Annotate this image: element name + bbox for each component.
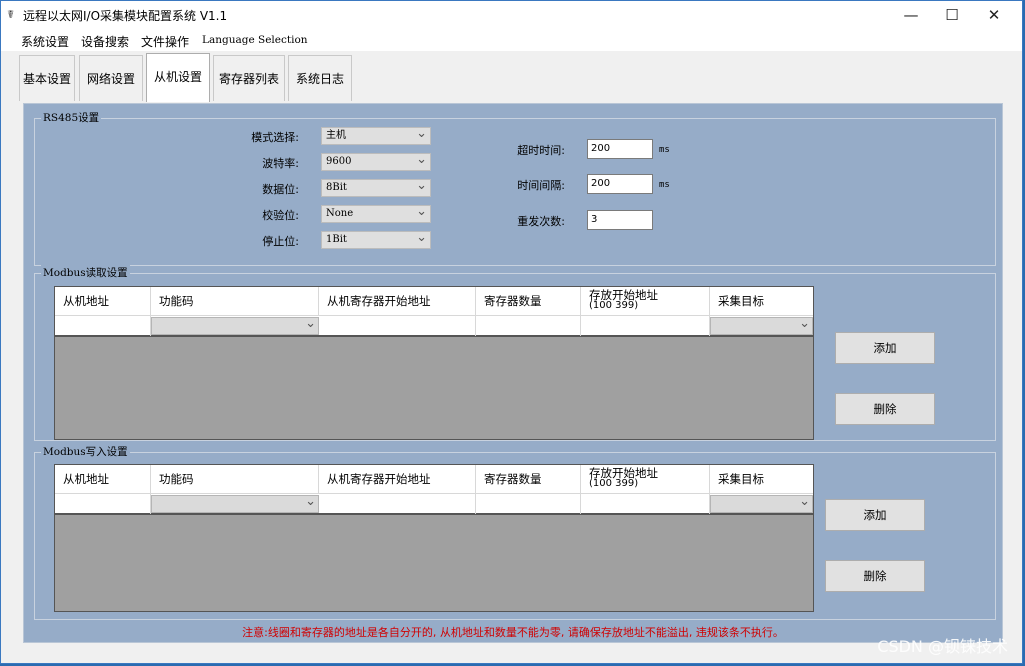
chevron-down-icon: ⌄ <box>305 316 316 331</box>
col-function-code: 功能码 <box>151 287 319 315</box>
csdn-watermark: CSDN @钡铼技术 <box>877 637 1008 656</box>
mode-value: 主机 <box>326 130 346 141</box>
baud-label: 波特率: <box>262 157 299 170</box>
col-function-code: 功能码 <box>151 465 319 493</box>
retry-label: 重发次数: <box>517 215 565 228</box>
interval-label: 时间间隔: <box>517 179 565 192</box>
table-row: ⌄ ⌄ <box>55 493 813 515</box>
write-grid[interactable]: 从机地址 功能码 从机寄存器开始地址 寄存器数量 存放开始地址 (100 399)… <box>54 464 814 612</box>
minimize-button[interactable]: — <box>888 1 934 29</box>
read-add-button[interactable]: 添加 <box>835 332 935 364</box>
stopbits-value: 1Bit <box>326 234 347 245</box>
parity-select[interactable]: None ⌄ <box>321 204 431 223</box>
title-bar: ☤ 远程以太网I/O采集模块配置系统 V1.1 — ☐ ✕ <box>1 1 1022 29</box>
timeout-label: 超时时间: <box>517 144 565 157</box>
timeout-input[interactable]: 200 <box>587 139 653 159</box>
write-group-title: Modbus写入设置 <box>41 444 130 459</box>
databits-select[interactable]: 8Bit ⌄ <box>321 178 431 197</box>
timeout-unit: ms <box>659 145 670 155</box>
read-grid-header: 从机地址 功能码 从机寄存器开始地址 寄存器数量 存放开始地址 (100 399)… <box>55 287 813 315</box>
chevron-down-icon: ⌄ <box>416 178 427 193</box>
col-target: 采集目标 <box>718 472 764 486</box>
tab-slave-settings[interactable]: 从机设置 <box>146 53 210 102</box>
chevron-down-icon: ⌄ <box>416 204 427 219</box>
cell-slave-address[interactable] <box>55 494 151 514</box>
baud-select[interactable]: 9600 ⌄ <box>321 152 431 171</box>
baud-value: 9600 <box>326 156 352 167</box>
write-delete-button[interactable]: 删除 <box>825 560 925 592</box>
cell-function-code-select[interactable]: ⌄ <box>151 316 319 335</box>
chevron-down-icon: ⌄ <box>799 316 810 331</box>
col-storage-start: 存放开始地址 (100 399) <box>581 287 710 315</box>
chevron-down-icon: ⌄ <box>416 152 427 167</box>
menu-system-settings[interactable]: 系统设置 <box>21 33 69 50</box>
read-group-title: Modbus读取设置 <box>41 265 130 280</box>
table-row: ⌄ ⌄ <box>55 315 813 337</box>
tab-register-list[interactable]: 寄存器列表 <box>213 55 285 101</box>
cell-register-start[interactable] <box>319 494 476 514</box>
rs485-group-title: RS485设置 <box>41 110 102 125</box>
chevron-down-icon: ⌄ <box>416 126 427 141</box>
cell-target-select[interactable]: ⌄ <box>710 316 813 335</box>
cell-register-start[interactable] <box>319 316 476 336</box>
col-storage-start: 存放开始地址 (100 399) <box>581 465 710 493</box>
col-slave-address: 从机地址 <box>55 287 151 315</box>
menu-language[interactable]: Language Selection <box>202 34 308 46</box>
cell-function-code-select[interactable]: ⌄ <box>151 494 319 513</box>
modbus-read-group: Modbus读取设置 从机地址 功能码 从机寄存器开始地址 寄存器数量 存放开始… <box>34 265 996 441</box>
chevron-down-icon: ⌄ <box>799 494 810 509</box>
col-slave-address: 从机地址 <box>55 465 151 493</box>
cell-storage-start[interactable] <box>581 316 710 336</box>
menu-device-search[interactable]: 设备搜索 <box>81 33 129 50</box>
cell-storage-start[interactable] <box>581 494 710 514</box>
tab-network[interactable]: 网络设置 <box>79 55 143 101</box>
read-grid[interactable]: 从机地址 功能码 从机寄存器开始地址 寄存器数量 存放开始地址 (100 399)… <box>54 286 814 440</box>
chevron-down-icon: ⌄ <box>416 230 427 245</box>
read-delete-button[interactable]: 删除 <box>835 393 935 425</box>
menu-bar: 系统设置 设备搜索 文件操作 Language Selection <box>1 29 1022 51</box>
col-storage-range: (100 399) <box>589 300 639 311</box>
tab-basic[interactable]: 基本设置 <box>19 55 75 101</box>
cell-slave-address[interactable] <box>55 316 151 336</box>
maximize-button[interactable]: ☐ <box>929 1 975 29</box>
slave-settings-panel: RS485设置 模式选择: 主机 ⌄ 波特率: 9600 ⌄ 数据位: 8Bit ⌄ … <box>23 103 1003 643</box>
write-add-button[interactable]: 添加 <box>825 499 925 531</box>
retry-input[interactable]: 3 <box>587 210 653 230</box>
chevron-down-icon: ⌄ <box>305 494 316 509</box>
parity-label: 校验位: <box>262 209 299 222</box>
cell-target-select[interactable]: ⌄ <box>710 494 813 513</box>
interval-input[interactable]: 200 <box>587 174 653 194</box>
notice-text: 注意:线圈和寄存器的地址是各自分开的, 从机地址和数量不能为零, 请确保存放地址… <box>242 626 784 639</box>
app-window: ☤ 远程以太网I/O采集模块配置系统 V1.1 — ☐ ✕ 系统设置 设备搜索 … <box>0 0 1023 664</box>
stopbits-label: 停止位: <box>262 235 299 248</box>
col-register-start: 从机寄存器开始地址 <box>319 287 476 315</box>
rs485-group: RS485设置 模式选择: 主机 ⌄ 波特率: 9600 ⌄ 数据位: 8Bit ⌄ … <box>34 110 996 266</box>
menu-file-ops[interactable]: 文件操作 <box>141 33 189 50</box>
cell-register-count[interactable] <box>476 494 581 514</box>
col-register-start: 从机寄存器开始地址 <box>319 465 476 493</box>
databits-label: 数据位: <box>262 183 299 196</box>
col-register-count: 寄存器数量 <box>476 287 581 315</box>
mode-select[interactable]: 主机 ⌄ <box>321 126 431 145</box>
cell-register-count[interactable] <box>476 316 581 336</box>
parity-value: None <box>326 208 354 219</box>
tab-system-log[interactable]: 系统日志 <box>288 55 352 101</box>
interval-unit: ms <box>659 180 670 190</box>
modbus-write-group: Modbus写入设置 从机地址 功能码 从机寄存器开始地址 寄存器数量 存放开始… <box>34 444 996 620</box>
col-register-count: 寄存器数量 <box>476 465 581 493</box>
mode-label: 模式选择: <box>251 131 299 144</box>
write-grid-header: 从机地址 功能码 从机寄存器开始地址 寄存器数量 存放开始地址 (100 399)… <box>55 465 813 493</box>
app-icon: ☤ <box>7 8 15 21</box>
databits-value: 8Bit <box>326 182 347 193</box>
stopbits-select[interactable]: 1Bit ⌄ <box>321 230 431 249</box>
close-button[interactable]: ✕ <box>971 1 1017 29</box>
col-target: 采集目标 <box>718 294 764 308</box>
window-title: 远程以太网I/O采集模块配置系统 V1.1 <box>23 9 228 23</box>
col-storage-range: (100 399) <box>589 478 639 489</box>
